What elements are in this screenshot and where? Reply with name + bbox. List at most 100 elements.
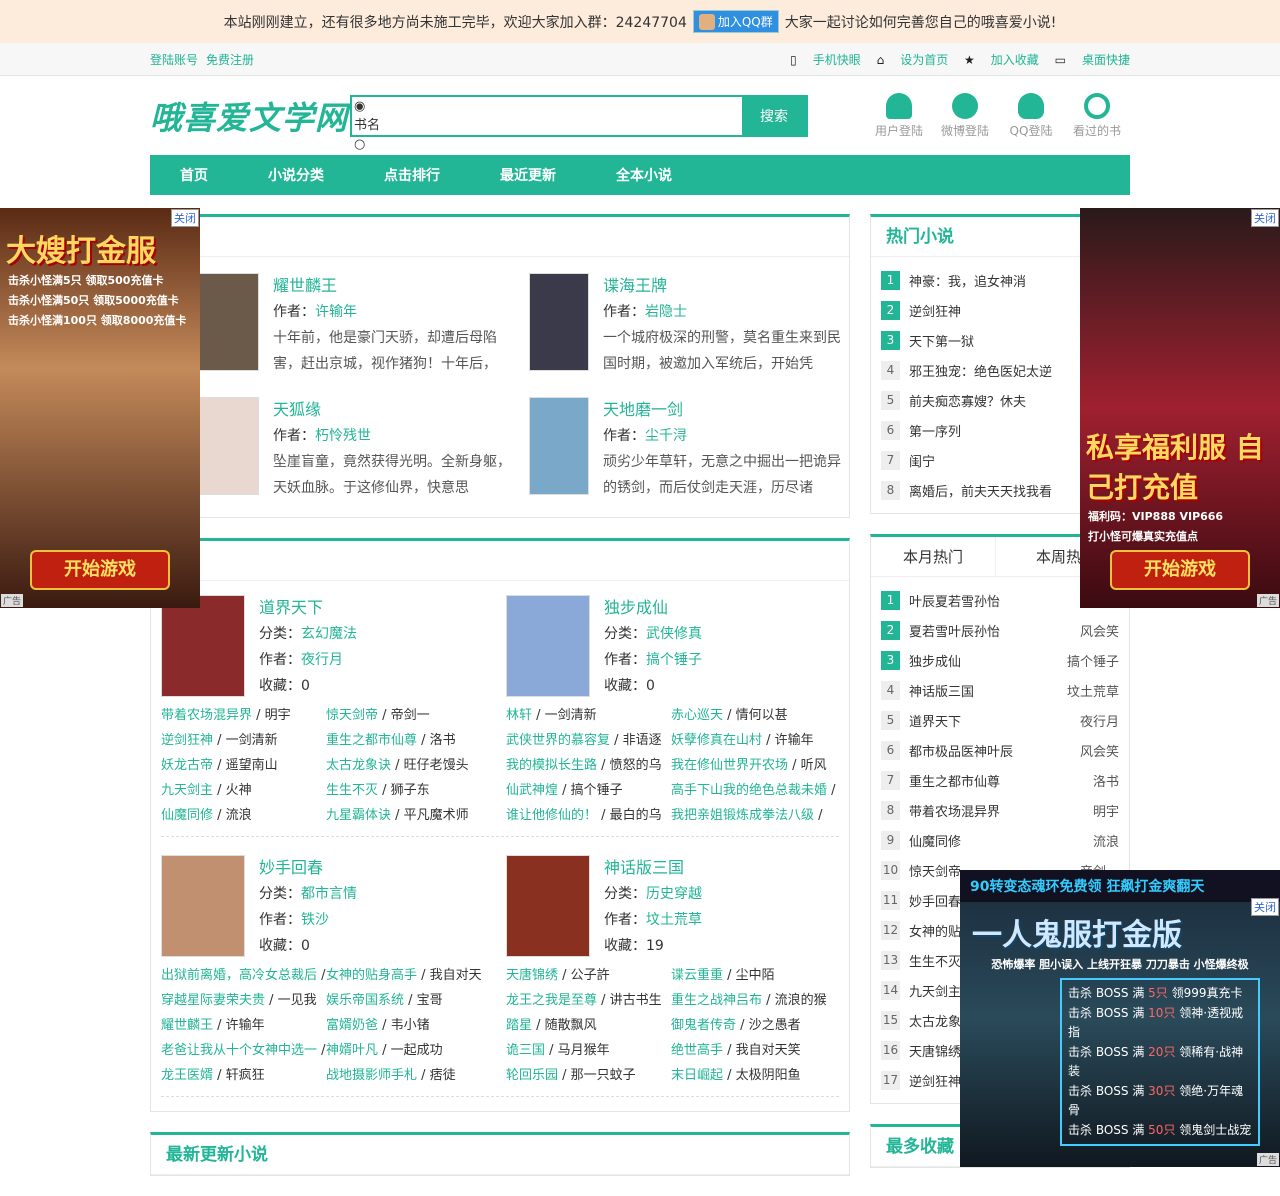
list-book-title[interactable]: 重生之战神吕布 <box>671 993 762 1008</box>
site-logo[interactable]: 哦喜爱文学网 <box>150 93 350 139</box>
rank-item[interactable]: 6 都市极品医神叶辰 风会笑 <box>881 735 1119 765</box>
book-cat[interactable]: 武侠修真 <box>646 626 702 642</box>
search-button[interactable]: 搜索 <box>742 96 806 135</box>
list-book-title[interactable]: 穿越星际妻荣夫贵 <box>161 993 265 1008</box>
book-cover[interactable] <box>199 273 259 371</box>
list-book-title[interactable]: 妖龙古帝 <box>161 758 213 773</box>
ad-close-button[interactable]: 关闭 <box>1251 209 1279 227</box>
desktop-shortcut-link[interactable]: ▭ 桌面快捷 <box>1055 53 1130 67</box>
list-book-title[interactable]: 出狱前离婚，高冷女总裁后 <box>161 968 317 983</box>
list-book-title[interactable]: 战地摄影师手札 <box>326 1068 417 1083</box>
login-link[interactable]: 登陆账号 <box>150 53 198 67</box>
set-homepage-link[interactable]: ⌂ 设为首页 <box>877 53 949 67</box>
add-favorite-link[interactable]: ★ 加入收藏 <box>964 53 1039 67</box>
rank-book-title[interactable]: 仙魔同修 <box>909 831 1093 850</box>
book-cat[interactable]: 玄幻魔法 <box>301 626 357 642</box>
list-book-title[interactable]: 九天剑主 <box>161 783 213 798</box>
list-book-title[interactable]: 谍云重重 <box>671 968 723 983</box>
ad-play-button[interactable]: 开始游戏 <box>1110 550 1250 590</box>
list-book-title[interactable]: 谁让他修仙的！ <box>506 808 597 823</box>
list-book-title[interactable]: 带着农场混异界 <box>161 708 252 723</box>
book-cover[interactable] <box>506 595 590 697</box>
weibo-login[interactable]: 微博登陆 <box>932 92 998 139</box>
book-author[interactable]: 尘千浔 <box>645 428 687 444</box>
book-cover[interactable] <box>506 855 590 957</box>
list-book-title[interactable]: 神婿叶凡 <box>326 1043 378 1058</box>
list-book-title[interactable]: 林轩 <box>506 708 532 723</box>
book-title[interactable]: 天狐缘 <box>273 397 529 423</box>
rank-book-title[interactable]: 第一序列 <box>909 421 1080 440</box>
book-title[interactable]: 妙手回春 <box>259 855 357 881</box>
nav-item[interactable]: 小说分类 <box>238 165 354 185</box>
mobile-link[interactable]: ▯ 手机快眼 <box>790 53 861 67</box>
book-author[interactable]: 搞个锤子 <box>646 652 702 668</box>
nav-item[interactable]: 最近更新 <box>470 165 586 185</box>
rank-item[interactable]: 2 夏若雪叶辰孙怡 风会笑 <box>881 615 1119 645</box>
list-book-title[interactable]: 仙武神煌 <box>506 783 558 798</box>
list-book-title[interactable]: 惊天剑帝 <box>326 708 378 723</box>
rank-book-title[interactable]: 独步成仙 <box>909 651 1067 670</box>
list-book-title[interactable]: 轮回乐园 <box>506 1068 558 1083</box>
rank-book-title[interactable]: 带着农场混异界 <box>909 801 1093 820</box>
left-ad[interactable]: 关闭 大嫂打金服 击杀小怪满5只 领取500充值卡 击杀小怪满50只 领取500… <box>0 208 200 608</box>
book-cover[interactable] <box>529 397 589 495</box>
rank-item[interactable]: 5 道界天下 夜行月 <box>881 705 1119 735</box>
register-link[interactable]: 免费注册 <box>206 53 254 67</box>
list-book-title[interactable]: 赤心巡天 <box>671 708 723 723</box>
book-cover[interactable] <box>529 273 589 371</box>
list-book-title[interactable]: 娱乐帝国系统 <box>326 993 404 1008</box>
radio-book-name[interactable]: ◉ 书名 <box>354 97 742 135</box>
book-author[interactable]: 岩隐士 <box>645 304 687 320</box>
rank-book-title[interactable]: 神豪：我，追女神消 <box>909 271 1093 290</box>
book-author[interactable]: 坟土荒草 <box>646 912 702 928</box>
list-book-title[interactable]: 我把亲姐锻炼成拳法八级 <box>671 808 814 823</box>
rank-item[interactable]: 7 重生之都市仙尊 洛书 <box>881 765 1119 795</box>
list-book-title[interactable]: 逆剑狂神 <box>161 733 213 748</box>
qq-login[interactable]: QQ登陆 <box>998 92 1064 139</box>
ad-close-button[interactable]: 关闭 <box>171 209 199 227</box>
book-title[interactable]: 道界天下 <box>259 595 357 621</box>
list-book-title[interactable]: 耀世麟王 <box>161 1018 213 1033</box>
list-book-title[interactable]: 生生不灭 <box>326 783 378 798</box>
rank-book-title[interactable]: 都市极品医神叶辰 <box>909 741 1080 760</box>
book-author[interactable]: 朽怜残世 <box>315 428 371 444</box>
book-title[interactable]: 耀世麟王 <box>273 273 529 299</box>
tab-monthly[interactable]: 本月热门 <box>871 537 996 576</box>
rank-item[interactable]: 9 仙魔同修 流浪 <box>881 825 1119 855</box>
join-qq-group-button[interactable]: 加入QQ群 <box>692 10 779 33</box>
book-cover[interactable] <box>199 397 259 495</box>
book-cat[interactable]: 都市言情 <box>301 886 357 902</box>
rank-book-title[interactable]: 离婚后，前夫天天找我看 <box>909 481 1106 500</box>
nav-item[interactable]: 全本小说 <box>586 165 702 185</box>
book-title[interactable]: 神话版三国 <box>604 855 702 881</box>
list-book-title[interactable]: 女神的贴身高手 <box>326 968 417 983</box>
history[interactable]: 看过的书 <box>1064 92 1130 139</box>
user-login[interactable]: 用户登陆 <box>866 92 932 139</box>
list-book-title[interactable]: 重生之都市仙尊 <box>326 733 417 748</box>
rank-item[interactable]: 4 神话版三国 坟土荒草 <box>881 675 1119 705</box>
rank-book-title[interactable]: 逆剑狂神 <box>909 301 1106 320</box>
list-book-title[interactable]: 老爸让我从十个女神中选一 <box>161 1043 317 1058</box>
bottom-right-ad[interactable]: 90转变态魂环免费领 狂飙打金爽翻天 关闭 一人鬼服打金版 恐怖爆率 胆小误入 … <box>960 870 1280 1167</box>
rank-item[interactable]: 8 带着农场混异界 明宇 <box>881 795 1119 825</box>
list-book-title[interactable]: 太古龙象诀 <box>326 758 391 773</box>
rank-book-title[interactable]: 夏若雪叶辰孙怡 <box>909 621 1080 640</box>
list-book-title[interactable]: 富婿奶爸 <box>326 1018 378 1033</box>
book-author[interactable]: 许输年 <box>315 304 357 320</box>
right-ad[interactable]: 关闭 私享福利服 自己打充值 福利码：VIP888 VIP666 打小怪可爆真实… <box>1080 208 1280 608</box>
list-book-title[interactable]: 仙魔同修 <box>161 808 213 823</box>
rank-book-title[interactable]: 邪王独宠：绝色医妃太逆 <box>909 361 1106 380</box>
book-cover[interactable] <box>161 595 245 697</box>
nav-item[interactable]: 点击排行 <box>354 165 470 185</box>
book-author[interactable]: 铁沙 <box>301 912 329 928</box>
book-title[interactable]: 谍海王牌 <box>603 273 859 299</box>
rank-item[interactable]: 3 独步成仙 搞个锤子 <box>881 645 1119 675</box>
list-book-title[interactable]: 妖孽修真在山村 <box>671 733 762 748</box>
rank-book-title[interactable]: 前夫痴恋寡嫂？休夫 <box>909 391 1093 410</box>
list-book-title[interactable]: 我在修仙世界开农场 <box>671 758 788 773</box>
book-title[interactable]: 独步成仙 <box>604 595 702 621</box>
list-book-title[interactable]: 龙王之我是至尊 <box>506 993 597 1008</box>
list-book-title[interactable]: 九星霸体诀 <box>326 808 391 823</box>
rank-book-title[interactable]: 道界天下 <box>909 711 1080 730</box>
rank-book-title[interactable]: 神话版三国 <box>909 681 1067 700</box>
